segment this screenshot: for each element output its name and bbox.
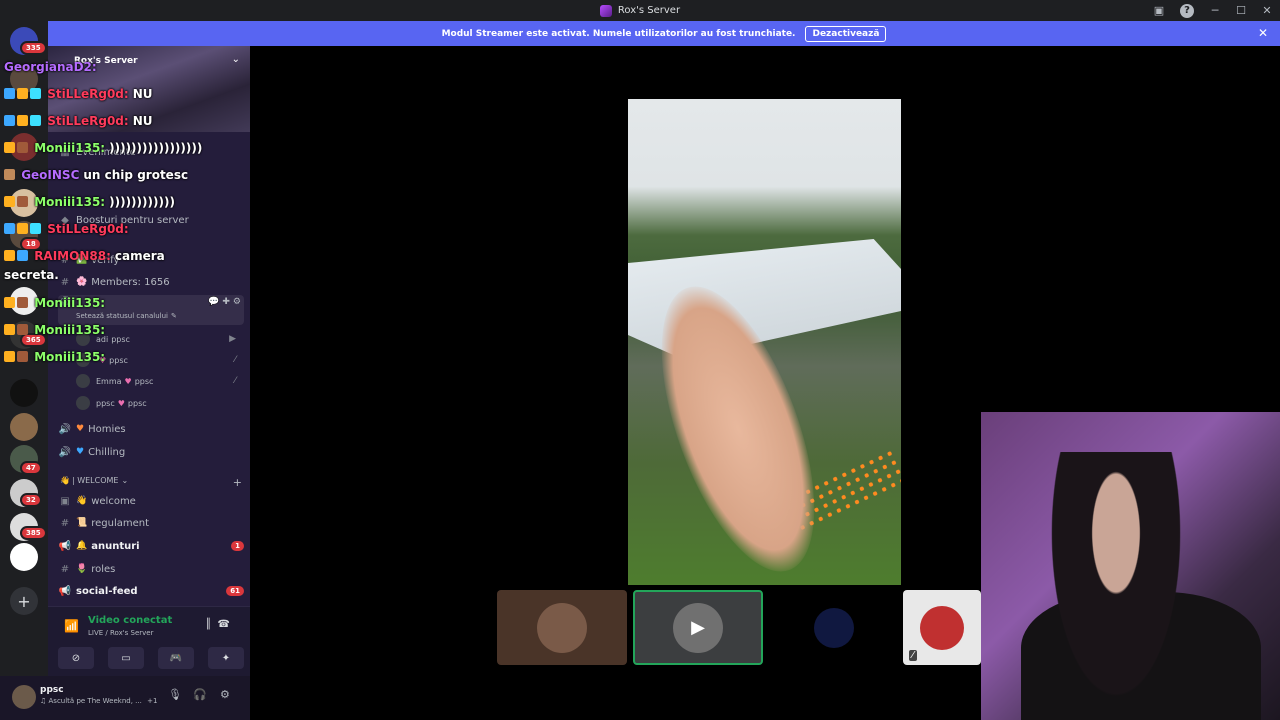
category-welcome[interactable]: 👋 | WELCOME ⌄ +: [60, 476, 242, 489]
voice-panel: 📶 Video conectat LIVE / Rox's Server ║☎ …: [48, 606, 250, 676]
streamer-mode-banner: Modul Streamer este activat. Numele util…: [48, 21, 1280, 46]
gear-icon[interactable]: ⚙: [220, 688, 230, 701]
participant-tile[interactable]: [769, 590, 899, 665]
chat-message: Moniii135:)))))))))))): [4, 195, 175, 209]
help-icon[interactable]: ?: [1180, 3, 1194, 18]
voice-user[interactable]: ppsc ♥ ppsc: [76, 394, 236, 412]
server-icon-12[interactable]: [10, 543, 38, 571]
tulip-icon: 🌷: [76, 564, 88, 574]
heart-icon: ♥: [117, 398, 125, 408]
voice-user[interactable]: Emma ♥ ppsc ⁄: [76, 372, 236, 390]
wave-icon: 👋: [60, 476, 70, 485]
voice-actions-icon[interactable]: ║☎: [206, 619, 236, 630]
chat-message: RAIMON88: camera: [4, 249, 165, 263]
channel-regulament[interactable]: # 📜 regulament: [58, 513, 244, 533]
chat-overlay: GeorgianaD2: StiLLeRg0d: NU StiLLeRg0d: NU…: [0, 52, 250, 372]
activities-button[interactable]: 🎮: [158, 647, 194, 669]
unread-badge: 1: [231, 541, 244, 551]
chat-message: StiLLeRg0d: NU: [4, 87, 152, 101]
hash-icon: #: [60, 563, 70, 575]
channel-anunturi[interactable]: 📢 🔔 anunturi 1: [58, 536, 244, 556]
minimize-button[interactable]: ─: [1202, 0, 1228, 21]
scroll-icon: 📜: [76, 518, 88, 528]
participant-tile-selected[interactable]: ▶: [633, 590, 763, 665]
window-title: Rox's Server: [617, 5, 681, 16]
window-controls: ▣ ? ─ ☐ ✕: [1146, 0, 1280, 21]
unread-badge: 61: [226, 586, 244, 596]
channel-welcome[interactable]: ▣ 👋 welcome: [58, 491, 244, 511]
chat-message: Moniii135:: [4, 296, 109, 310]
username: ppsc: [40, 685, 64, 695]
streamer-webcam: [981, 412, 1280, 720]
server-icon: [599, 4, 612, 17]
voice-controls: ⊘ ▭ 🎮 ✦: [58, 647, 244, 669]
banner-text: Modul Streamer este activat. Numele util…: [441, 28, 796, 39]
camera-off-button[interactable]: ⊘: [58, 647, 94, 669]
avatar: [76, 396, 90, 410]
server-icon-8[interactable]: [10, 413, 38, 441]
channel-social-feed[interactable]: 📢 social-feed 61: [58, 581, 244, 601]
mention-badge: 385: [20, 526, 47, 540]
inbox-icon[interactable]: ▣: [1146, 0, 1172, 21]
soundboard-button[interactable]: ✦: [208, 647, 244, 669]
announcement-icon: 📢: [58, 585, 72, 597]
stream-video[interactable]: [628, 99, 901, 585]
chevron-down-icon: ⌄: [121, 476, 129, 485]
speaker-icon: 🔊: [58, 423, 72, 435]
wave-icon: 👋: [76, 496, 88, 506]
avatar: [814, 607, 854, 648]
heart-icon: ♥: [76, 424, 85, 434]
webcam-content: [1041, 452, 1191, 720]
voice-status: Video conectat: [88, 615, 173, 626]
headphones-icon[interactable]: 🎧: [193, 688, 207, 701]
signal-icon: 📶: [64, 619, 79, 633]
avatar: [76, 374, 90, 388]
avatar: [920, 605, 964, 650]
disable-streamer-button[interactable]: Dezactivează: [805, 25, 887, 42]
chat-message: GeoINSC un chip grotesc: [4, 168, 188, 182]
user-status: ♫ Ascultă pe The Weeknd, ... +1: [40, 697, 158, 705]
chat-message: StiLLeRg0d:: [4, 222, 133, 236]
channel-roles[interactable]: # 🌷 roles: [58, 559, 244, 579]
chat-message: Moniii135:: [4, 323, 109, 337]
participant-tile[interactable]: [497, 590, 627, 665]
muted-icon: ⁄: [234, 376, 236, 386]
mention-badge: 47: [20, 461, 42, 475]
mention-badge: 32: [20, 493, 42, 507]
add-server-button[interactable]: +: [10, 587, 38, 615]
voice-channel-homies[interactable]: 🔊 ♥ Homies: [58, 419, 244, 439]
chat-message: GeorgianaD2:: [4, 60, 97, 74]
speaker-icon: 🔊: [58, 446, 72, 458]
server-icon-w2g[interactable]: [10, 379, 38, 407]
bell-icon: 🔔: [76, 541, 88, 551]
maximize-button[interactable]: ☐: [1228, 0, 1254, 21]
title-bar: Rox's Server ▣ ? ─ ☐ ✕: [0, 0, 1280, 21]
hash-icon: #: [60, 517, 70, 529]
voice-subtitle: LIVE / Rox's Server: [88, 629, 154, 637]
microphone-icon[interactable]: 🎙: [168, 688, 182, 701]
chat-message: Moniii135:: [4, 350, 109, 364]
heart-icon: ♥: [76, 447, 85, 457]
screen-share-button[interactable]: ▭: [108, 647, 144, 669]
announcement-icon: 📢: [58, 540, 72, 552]
close-window-button[interactable]: ✕: [1254, 0, 1280, 21]
user-panel: ppsc ♫ Ascultă pe The Weeknd, ... +1 🎙 🎧…: [0, 676, 250, 720]
chat-message: secreta.: [4, 268, 59, 282]
voice-channel-chilling[interactable]: 🔊 ♥ Chilling: [58, 442, 244, 462]
close-icon[interactable]: ✕: [1258, 26, 1268, 40]
heart-icon: ♥: [124, 376, 132, 386]
chat-message: Moniii135:))))))))))))))))): [4, 141, 202, 155]
camera-icon: ▶: [673, 602, 723, 653]
participant-tile[interactable]: ⁄: [903, 590, 981, 665]
avatar: [537, 602, 587, 653]
rules-icon: ▣: [60, 495, 70, 507]
muted-icon: ⁄: [909, 650, 917, 661]
chat-message: StiLLeRg0d: NU: [4, 114, 152, 128]
add-channel-icon[interactable]: +: [233, 476, 242, 489]
avatar[interactable]: [12, 685, 36, 709]
